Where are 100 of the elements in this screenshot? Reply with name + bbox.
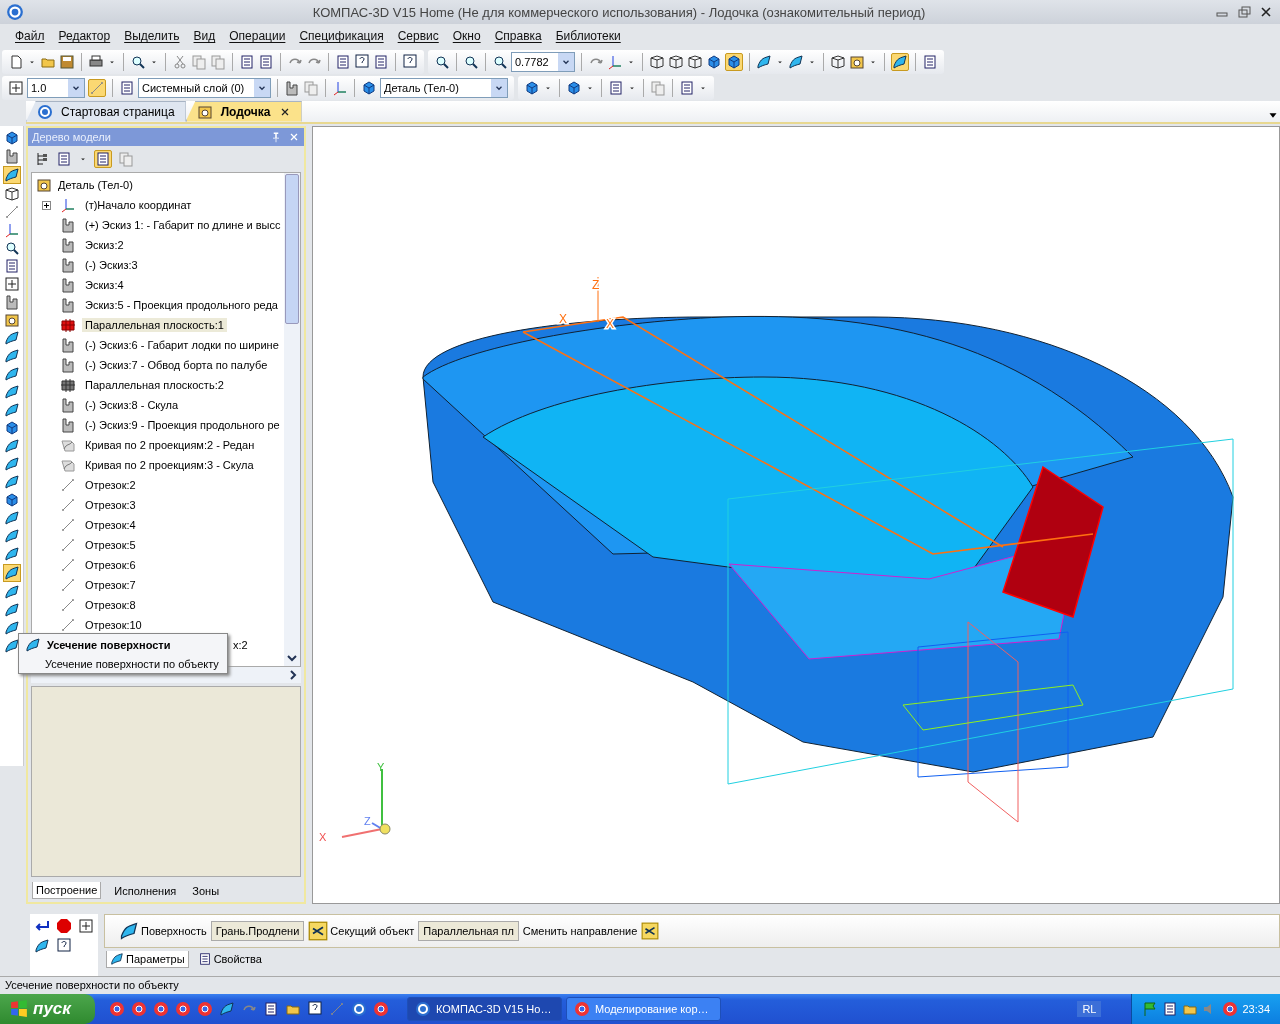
tree-item-label[interactable]: Отрезок:2: [82, 477, 139, 492]
menu-item[interactable]: Выделить: [117, 26, 187, 47]
box-icon[interactable]: [830, 53, 846, 70]
tree-item-label[interactable]: (-) Эскиз:9 - Проекция продольного ре: [82, 417, 283, 432]
new-document-icon[interactable]: [8, 53, 24, 70]
cube-icon[interactable]: [3, 491, 20, 508]
quick-launch-icon[interactable]: [131, 1001, 147, 1017]
tree-item-label[interactable]: Отрезок:8: [82, 597, 139, 612]
menu-item[interactable]: Окно: [445, 26, 488, 47]
tree-item-label[interactable]: (-) Эскиз:7 - Обвод борта по палубе: [82, 357, 271, 372]
sketch-icon[interactable]: [3, 293, 20, 310]
quick-launch-icon[interactable]: [175, 1001, 191, 1017]
tree-item-label[interactable]: Кривая по 2 проекциям:2 - Редан: [82, 437, 258, 452]
tree-item-label[interactable]: Эскиз:2: [82, 237, 127, 252]
value-field[interactable]: Параллельная пл: [418, 920, 519, 941]
restore-icon[interactable]: [1236, 4, 1252, 21]
zoom-window-icon[interactable]: [434, 53, 450, 70]
language-indicator[interactable]: RL: [1077, 1001, 1102, 1017]
tree-icon[interactable]: [34, 150, 50, 167]
tree-item-label[interactable]: Эскиз:5 - Проекция продольного реда: [82, 297, 281, 312]
expand-icon[interactable]: [42, 200, 51, 210]
menu-item[interactable]: Операции: [222, 26, 293, 47]
cube-icon[interactable]: [3, 419, 20, 436]
menu-item[interactable]: Файл: [8, 26, 52, 47]
menu-item[interactable]: Библиотеки: [548, 26, 628, 47]
quick-launch-icon[interactable]: [263, 1001, 279, 1017]
print-preview-icon[interactable]: [130, 53, 146, 70]
quick-launch-icon[interactable]: [373, 1001, 389, 1017]
document-tab[interactable]: Стартовая страница: [26, 100, 186, 122]
surface-icon[interactable]: [3, 347, 20, 364]
tree-item-label[interactable]: Отрезок:10: [82, 617, 145, 632]
save-icon[interactable]: [59, 53, 75, 70]
shaded-icon[interactable]: [706, 53, 722, 70]
document-tab[interactable]: Лодочка: [185, 100, 302, 122]
surface-icon[interactable]: [3, 509, 20, 526]
menu-item[interactable]: Редактор: [51, 26, 118, 47]
surface-icon[interactable]: [3, 619, 20, 636]
step-field[interactable]: 1.0: [27, 77, 85, 98]
tree-item-label[interactable]: (-) Эскиз:8 - Скула: [82, 397, 182, 412]
option-button[interactable]: Поверхность: [119, 920, 207, 941]
checklist-icon[interactable]: [56, 150, 72, 167]
quick-launch-icon[interactable]: [109, 1001, 125, 1017]
panel-tab[interactable]: Зоны: [189, 882, 223, 899]
tree-item-label[interactable]: Кривая по 2 проекциям:3 - Скула: [82, 457, 257, 472]
shaded-edges-icon[interactable]: [726, 53, 742, 70]
tree-item-label[interactable]: Деталь (Тел-0): [58, 178, 133, 191]
swap-icon[interactable]: [641, 921, 660, 940]
taskbar-button[interactable]: КОМПАС-3D V15 Ho…: [407, 997, 562, 1021]
value-field[interactable]: Грань.Продлени: [210, 920, 305, 941]
option-button[interactable]: Секущий объект: [308, 920, 415, 941]
surface-icon[interactable]: [3, 637, 20, 654]
frame-icon[interactable]: [3, 275, 20, 292]
tree-item-label[interactable]: (-) Эскиз:3: [82, 257, 141, 272]
tree-item-label[interactable]: Параллельная плоскость:2: [82, 377, 227, 392]
color-icon[interactable]: [566, 79, 582, 96]
zoom-field[interactable]: 0.7782: [511, 51, 575, 72]
display-mode-icon[interactable]: [524, 79, 540, 96]
help-icon[interactable]: [56, 937, 72, 954]
hidden-lines-icon[interactable]: [668, 53, 684, 70]
surface-icon[interactable]: [3, 564, 20, 581]
list-icon[interactable]: [258, 53, 274, 70]
surface-icon[interactable]: [3, 455, 20, 472]
body-field[interactable]: Деталь (Тел-0): [380, 77, 508, 98]
tree-item-label[interactable]: Отрезок:4: [82, 517, 139, 532]
tree-item-label[interactable]: Отрезок:6: [82, 557, 139, 572]
quick-launch-icon[interactable]: [197, 1001, 213, 1017]
tree-item-label[interactable]: Отрезок:3: [82, 497, 139, 512]
orientation-icon[interactable]: [607, 53, 623, 70]
surface-icon[interactable]: [3, 383, 20, 400]
axes-icon[interactable]: [332, 79, 348, 96]
extrude-icon[interactable]: [3, 129, 20, 146]
start-button[interactable]: пуск: [0, 994, 95, 1024]
snap-icon[interactable]: [8, 79, 24, 96]
cut-icon[interactable]: [172, 53, 188, 70]
surface-icon[interactable]: [3, 583, 20, 600]
help-pointer-icon[interactable]: [402, 53, 418, 70]
sketch-icon[interactable]: [284, 79, 300, 96]
menu-item[interactable]: Справка: [487, 26, 549, 47]
panel-tab[interactable]: Параметры: [106, 950, 189, 968]
surface-icon[interactable]: [3, 601, 20, 618]
surface-icon[interactable]: [3, 545, 20, 562]
quick-launch-icon[interactable]: [351, 1001, 367, 1017]
surface-icon[interactable]: [3, 365, 20, 382]
tree-item-label[interactable]: Эскиз:4: [82, 277, 127, 292]
flip-direction-button[interactable]: Сменить направление: [522, 924, 638, 937]
3d-viewport[interactable]: Z X X Y X Z: [312, 125, 1280, 904]
printer-icon[interactable]: [88, 53, 104, 70]
frame-icon[interactable]: [78, 917, 94, 934]
menu-item[interactable]: Сервис: [390, 26, 446, 47]
quick-launch-icon[interactable]: [153, 1001, 169, 1017]
tray-icon[interactable]: [1222, 1001, 1239, 1017]
tree-item-label[interactable]: х:2: [230, 637, 251, 652]
menu-item[interactable]: Спецификация: [292, 26, 391, 47]
quick-launch-icon[interactable]: [307, 1001, 323, 1017]
surface-icon[interactable]: [3, 166, 20, 183]
tree-item-label[interactable]: (-) Эскиз:6 - Габарит лодки по ширине: [82, 337, 282, 352]
body-icon[interactable]: [361, 79, 377, 96]
zoom-icon[interactable]: [492, 53, 508, 70]
surface-icon[interactable]: [3, 437, 20, 454]
panel-tab[interactable]: Построение: [32, 882, 102, 899]
